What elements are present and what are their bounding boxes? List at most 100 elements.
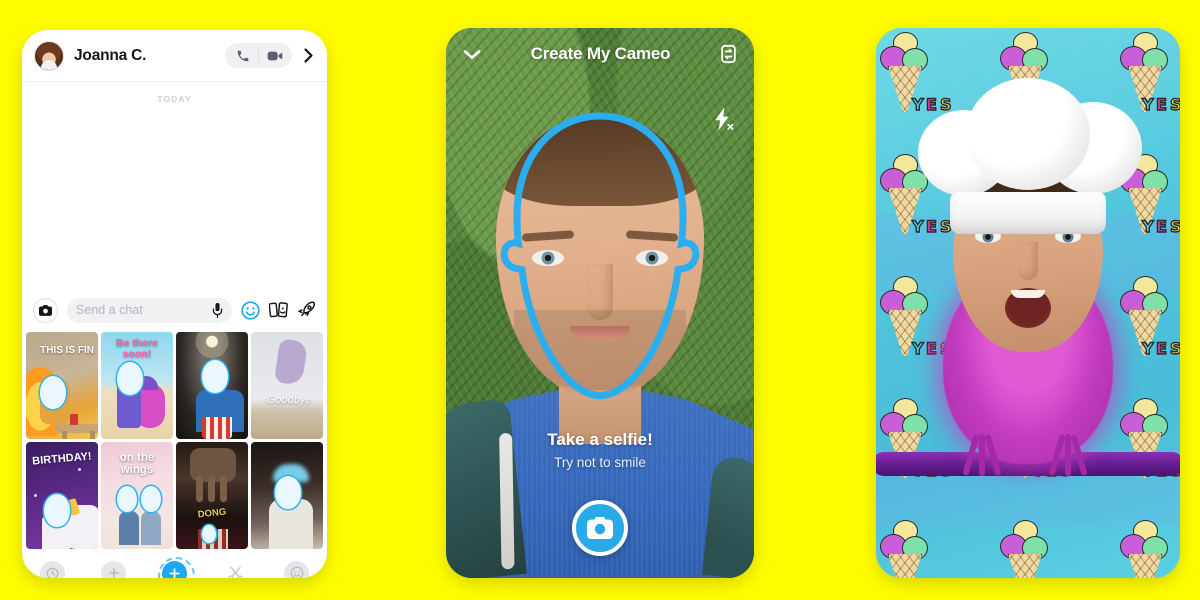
hat-puff-center <box>966 78 1090 190</box>
nav-create[interactable] <box>101 560 126 578</box>
cameo-tile-goodbye[interactable]: Goodbye <box>251 332 323 439</box>
rocket-icon <box>297 301 316 320</box>
nav-cameo[interactable] <box>158 556 195 578</box>
chevron-right-icon <box>302 47 315 64</box>
call-actions-pill <box>225 43 292 68</box>
ice-cream-cone <box>880 520 932 578</box>
eyebrow-left <box>521 230 575 242</box>
phone-icon <box>236 49 250 63</box>
cameo-tile-label: Be there soon! <box>115 337 158 361</box>
camera-shutter-icon <box>587 517 613 539</box>
chat-input-bar: Send a chat <box>22 288 327 332</box>
sticker-letter-s: S <box>1169 216 1180 236</box>
sticker-letter-e: E <box>925 338 937 358</box>
cameo-face-cutout <box>117 486 137 512</box>
send-chat-input[interactable]: Send a chat <box>67 297 232 323</box>
chat-header: Joanna C. <box>22 30 327 82</box>
mouth <box>570 326 630 340</box>
shutter-button[interactable] <box>572 500 628 556</box>
cameo-tile-this-is-fine[interactable]: THIS IS FIN <box>26 332 98 439</box>
cameo-plus-icon <box>168 567 181 578</box>
smiley-face-icon <box>241 300 260 320</box>
bitmoji-avatar[interactable] <box>34 40 64 71</box>
flash-off-icon <box>712 106 734 132</box>
date-divider: TODAY <box>157 94 192 104</box>
sticker-letter-e: E <box>1155 338 1167 358</box>
hair <box>496 114 704 206</box>
sticker-button[interactable] <box>269 301 288 319</box>
nav-recent[interactable] <box>40 560 65 578</box>
sticker-cards-icon <box>269 301 288 319</box>
phone-call-button[interactable] <box>227 49 258 63</box>
open-mouth <box>1005 288 1051 328</box>
contact-name: Joanna C. <box>74 46 147 64</box>
camera-top-bar: Create My Cameo <box>446 28 754 80</box>
send-chat-placeholder: Send a chat <box>76 303 143 317</box>
cameo-face-cutout <box>275 476 301 509</box>
finger-art <box>220 476 227 502</box>
nav-emoji[interactable] <box>284 560 309 578</box>
phone-cameo-preview: Y E S Y E S Y E S Y E S Y E S <box>876 28 1180 578</box>
person-right-art <box>141 511 161 545</box>
eyebrow-right <box>625 230 679 242</box>
sticker-letter-y: Y <box>911 338 924 358</box>
camera-title: Create My Cameo <box>530 44 671 63</box>
chef-hat-icon <box>912 76 1144 234</box>
flip-camera-button[interactable] <box>719 44 738 64</box>
cameo-tile-label: Goodbye <box>266 394 312 406</box>
rocket-button[interactable] <box>297 301 316 320</box>
eye-right <box>636 250 668 266</box>
cameo-face-cutout <box>40 376 66 409</box>
table-leg-left <box>62 431 67 439</box>
cameo-tile-dong[interactable]: DONG <box>176 442 248 549</box>
stubble <box>514 310 686 390</box>
cameo-tile-be-there-soon[interactable]: Be there soon! <box>101 332 173 439</box>
cameo-tile-label: DONG <box>197 506 227 521</box>
finger-art <box>196 476 203 502</box>
cta-title: Take a selfie! <box>547 430 653 449</box>
camera-flip-icon <box>719 44 738 64</box>
chat-bottom-nav <box>22 549 327 578</box>
yes-sticker: Y E S <box>1141 338 1180 364</box>
hat-band <box>950 192 1106 234</box>
ice-cream-cone <box>1120 520 1172 578</box>
cta-subtitle: Try not to smile <box>554 455 646 470</box>
ice-cream-cone <box>1000 520 1052 578</box>
conversation-area: TODAY <box>22 82 327 288</box>
chevron-down-icon <box>462 48 482 61</box>
cameo-tile-grid: THIS IS FIN Be there soon! Goodbye BIRTH… <box>22 332 327 549</box>
nav-scissors[interactable] <box>223 561 248 578</box>
phone-chat-screen: Joanna C. TODAY Send a chat THIS IS FIN … <box>22 30 327 578</box>
popcorn-bucket-art <box>202 417 232 439</box>
star-art <box>34 494 37 497</box>
cameo-tile-popcorn[interactable] <box>176 332 248 439</box>
eye-left <box>532 250 564 266</box>
scissors-icon <box>227 565 244 578</box>
cameo-face-cutout <box>44 494 70 527</box>
cameo-tile-dark-scene[interactable] <box>251 442 323 549</box>
ice-cream-cone-background: Y E S Y E S Y E S Y E S Y E S <box>876 28 1180 578</box>
microphone-icon[interactable] <box>212 302 223 318</box>
sticker-letter-e: E <box>1155 216 1167 236</box>
close-button[interactable] <box>462 48 482 61</box>
finger-art <box>208 476 215 502</box>
bird-claw-left <box>962 433 1002 478</box>
open-profile-button[interactable] <box>302 47 315 64</box>
bird-claw-right <box>1048 433 1088 478</box>
cameo-tile-label: BIRTHDAY! <box>31 450 93 468</box>
nose <box>1018 242 1038 280</box>
table-leg-right <box>90 431 95 439</box>
video-call-button[interactable] <box>259 49 290 63</box>
camera-button[interactable] <box>33 297 58 323</box>
plus-icon <box>108 567 120 578</box>
selfie-face <box>496 114 704 396</box>
cameo-tile-on-the-wings[interactable]: on the wings <box>101 442 173 549</box>
cameo-tile-label: on the wings <box>119 452 155 477</box>
cameo-tile-birthday[interactable]: BIRTHDAY! <box>26 442 98 549</box>
person-left-art <box>119 511 139 545</box>
emoji-button[interactable] <box>241 300 260 320</box>
screenshot-stage: Joanna C. TODAY Send a chat THIS IS FIN … <box>0 0 1200 600</box>
waving-cloth-art <box>274 338 308 386</box>
smiley-icon <box>290 566 304 578</box>
flash-toggle-button[interactable] <box>712 106 734 132</box>
